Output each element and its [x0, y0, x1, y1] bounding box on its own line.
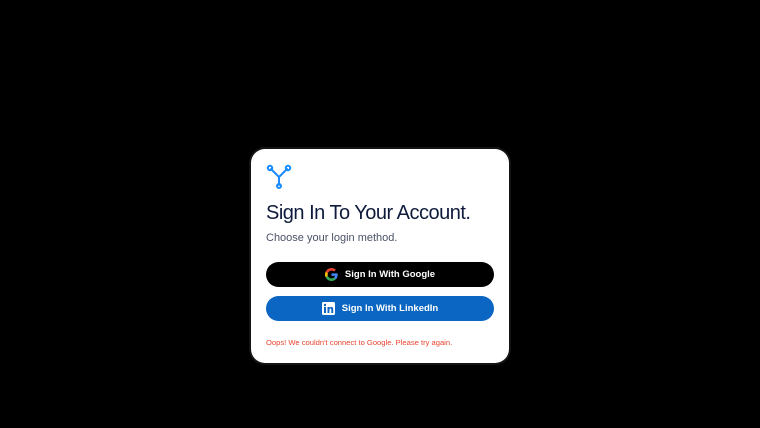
- sign-in-google-label: Sign In With Google: [344, 269, 436, 280]
- linkedin-icon: [321, 302, 335, 315]
- sign-in-linkedin-label: Sign In With LinkedIn: [341, 303, 439, 314]
- login-subtitle: Choose your login method.: [266, 232, 398, 244]
- error-message: Oops! We couldn't connect to Google. Ple…: [266, 338, 453, 347]
- tri-branch-logo-icon: [266, 164, 292, 189]
- sign-in-google-button[interactable]: Sign In With Google: [266, 262, 494, 287]
- login-card: Sign In To Your Account. Choose your log…: [251, 149, 509, 363]
- google-g-icon: [324, 268, 338, 281]
- sign-in-linkedin-button[interactable]: Sign In With LinkedIn: [266, 296, 494, 321]
- page-title: Sign In To Your Account.: [266, 202, 471, 224]
